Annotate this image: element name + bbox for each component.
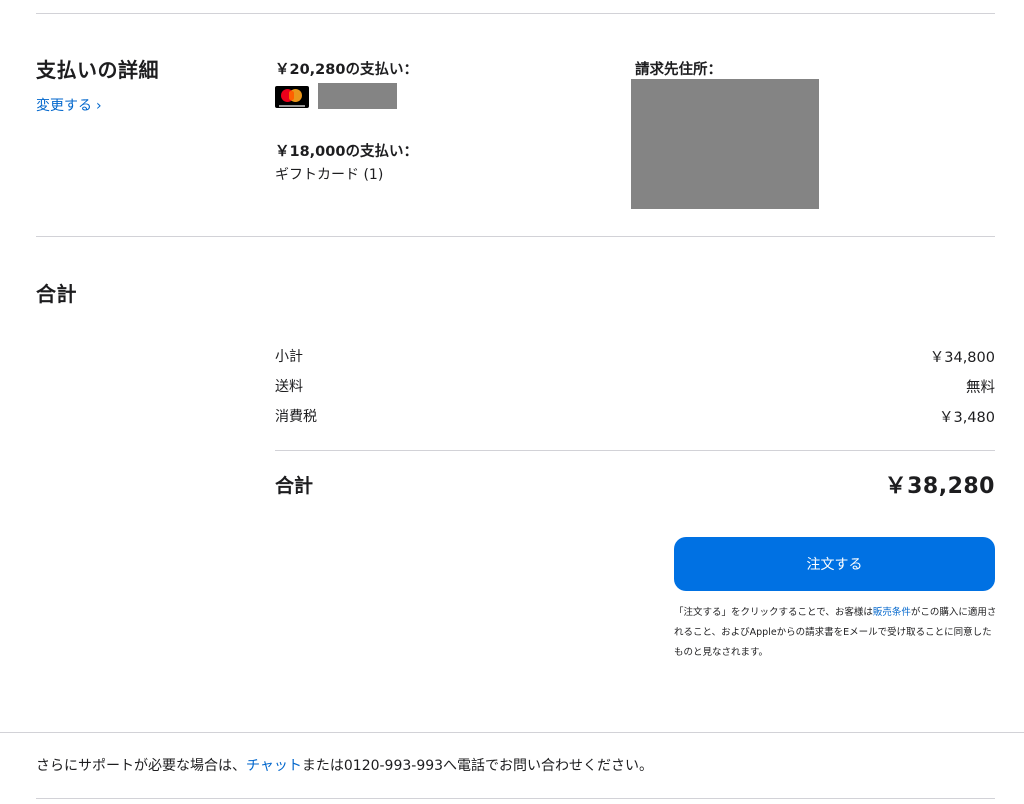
terms-of-sale-link[interactable]: 販売条件 <box>873 607 911 618</box>
subtotal-value: ￥34,800 <box>929 350 995 366</box>
payment-section-title: 支払いの詳細 <box>36 58 159 82</box>
support-suffix: または0120-993-993へ電話でお問い合わせください。 <box>301 758 654 774</box>
footer-bottom-divider <box>36 798 995 799</box>
support-text: さらにサポートが必要な場合は、チャットまたは0120-993-993へ電話でお問… <box>36 755 653 775</box>
shipping-value: 無料 <box>966 380 995 396</box>
legal-prefix: 「注文する」をクリックすることで、お客様は <box>674 607 873 618</box>
footer-top-divider <box>0 732 1024 733</box>
chat-link[interactable]: チャット <box>246 758 302 774</box>
gift-payment-label: ￥18,000の支払い： <box>275 144 418 160</box>
place-order-button[interactable]: 注文する <box>674 537 995 591</box>
shipping-label: 送料 <box>275 379 303 395</box>
section-divider <box>36 236 995 237</box>
card-payment-label: ￥20,280の支払い： <box>275 62 418 78</box>
total-label: 合計 <box>275 475 314 497</box>
tax-value: ￥3,480 <box>938 410 995 426</box>
support-prefix: さらにサポートが必要な場合は、 <box>36 758 246 774</box>
change-label: 変更する <box>36 98 92 114</box>
total-value: ￥38,280 <box>884 474 995 499</box>
total-divider <box>275 450 995 451</box>
redacted-card-number <box>318 83 397 109</box>
top-divider <box>36 13 995 14</box>
gift-card-text: ギフトカード (1) <box>275 167 384 183</box>
mastercard-icon <box>275 86 309 108</box>
redacted-billing-address <box>631 79 819 209</box>
legal-notice: 「注文する」をクリックすることで、お客様は販売条件がこの購入に適用されること、お… <box>674 603 1000 663</box>
change-payment-link[interactable]: 変更する › <box>36 95 102 115</box>
billing-address-label: 請求先住所： <box>635 62 722 78</box>
subtotal-label: 小計 <box>275 349 303 365</box>
summary-section-title: 合計 <box>36 282 77 306</box>
tax-label: 消費税 <box>275 409 317 425</box>
chevron-right-icon: › <box>96 98 102 114</box>
